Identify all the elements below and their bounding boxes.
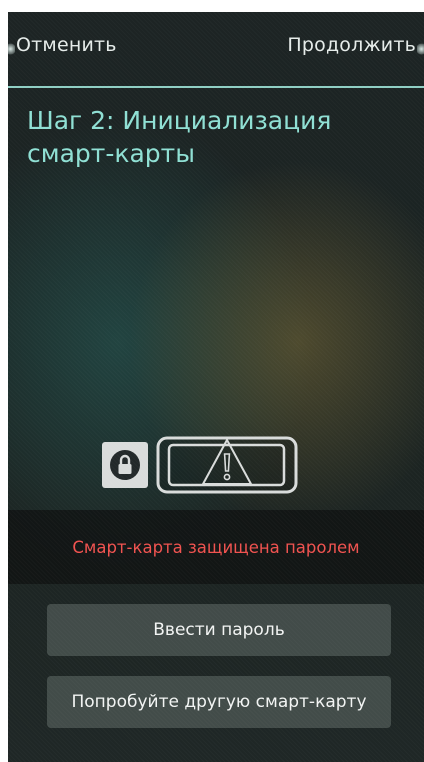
- top-action-bar: Отменить Продолжить: [8, 12, 424, 88]
- status-message: Смарт-карта защищена паролем: [72, 538, 360, 557]
- cancel-indicator-icon: [8, 42, 15, 56]
- continue-indicator-icon: [417, 42, 424, 56]
- cancel-button[interactable]: Отменить: [16, 34, 117, 56]
- continue-button[interactable]: Продолжить: [287, 34, 416, 56]
- status-banner: Смарт-карта защищена паролем: [8, 510, 424, 584]
- enter-password-button[interactable]: Ввести пароль: [47, 604, 391, 656]
- try-other-card-button[interactable]: Попробуйте другую смарт-карту: [47, 676, 391, 728]
- page-title: Шаг 2: Инициализация смарт-карты: [27, 106, 332, 168]
- smart-card-illustration: [100, 424, 300, 494]
- smart-card-init-screen: Отменить Продолжить Шаг 2: Инициализация…: [8, 12, 424, 762]
- lock-icon: [102, 442, 148, 488]
